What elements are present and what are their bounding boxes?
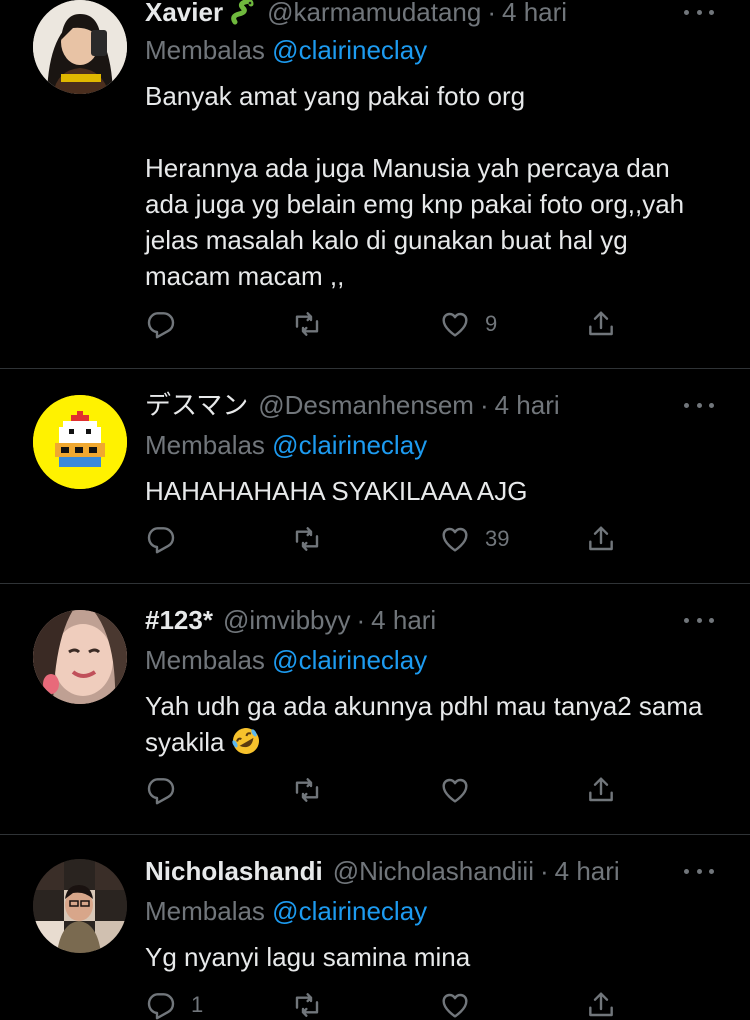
tweet-actions: 39: [145, 521, 625, 557]
replying-to: Membalas @clairineclay: [145, 893, 427, 929]
tweet-text: Banyak amat yang pakai foto org Herannya…: [145, 81, 685, 291]
tweet-text: Yg nyanyi lagu samina mina: [145, 942, 471, 972]
timestamp[interactable]: 4 hari: [555, 853, 620, 889]
more-icon[interactable]: [684, 861, 714, 881]
avatar[interactable]: [33, 395, 127, 489]
reply-button[interactable]: [145, 772, 191, 808]
reply-icon: [147, 312, 175, 339]
display-name[interactable]: Xavier: [145, 0, 223, 30]
reply-count: 1: [191, 992, 204, 1017]
avatar[interactable]: [33, 859, 127, 953]
tweet-header: #123* @imvibbyy · 4 hari: [145, 602, 680, 638]
like-button[interactable]: 9: [439, 306, 497, 342]
more-icon[interactable]: [684, 610, 714, 630]
user-handle[interactable]: @Nicholashandiii: [333, 853, 534, 889]
mention-link[interactable]: @clairineclay: [272, 896, 427, 926]
reply-button[interactable]: [145, 306, 191, 342]
display-name[interactable]: デスマン: [145, 387, 248, 423]
replying-to-label: Membalas: [145, 35, 265, 65]
reply-tweet[interactable]: #123* @imvibbyy · 4 hari Membalas @clair…: [0, 584, 750, 834]
like-icon: [442, 312, 468, 337]
reply-icon: [147, 527, 175, 554]
like-icon: [442, 778, 468, 803]
avatar[interactable]: [33, 610, 127, 704]
timestamp[interactable]: 4 hari: [502, 0, 567, 30]
mention-link[interactable]: @clairineclay: [272, 645, 427, 675]
separator-dot: ·: [356, 605, 366, 635]
reply-button[interactable]: 1: [145, 987, 203, 1020]
tweet-text: Yah udh ga ada akunnya pdhl mau tanya2 s…: [145, 688, 715, 766]
replying-to-label: Membalas: [145, 430, 265, 460]
more-icon[interactable]: [684, 395, 714, 415]
share-icon: [589, 311, 613, 336]
user-handle[interactable]: @imvibbyy: [223, 602, 351, 638]
reply-tweet[interactable]: Xavier @karmamudatang · 4 hari Membalas …: [0, 0, 750, 368]
user-handle[interactable]: @karmamudatang: [267, 0, 481, 30]
avatar[interactable]: [33, 0, 127, 94]
share-button[interactable]: [585, 772, 617, 808]
separator-dot: ·: [479, 390, 489, 420]
share-icon: [589, 526, 613, 551]
reply-icon: [147, 993, 175, 1020]
share-icon: [589, 992, 613, 1017]
separator-dot: ·: [487, 0, 497, 27]
replying-to: Membalas @clairineclay: [145, 32, 427, 68]
tweet-actions: 1: [145, 987, 625, 1020]
share-icon: [589, 777, 613, 802]
share-button[interactable]: [585, 306, 617, 342]
like-button[interactable]: 39: [439, 521, 509, 557]
like-button[interactable]: [439, 772, 485, 808]
mention-link[interactable]: @clairineclay: [272, 35, 427, 65]
retweet-button[interactable]: [291, 306, 337, 342]
reply-button[interactable]: [145, 521, 191, 557]
snake-emoji-icon: [229, 0, 257, 26]
tweet-header: Nicholashandi @Nicholashandiii · 4 hari: [145, 853, 680, 889]
tweet-header: デスマン @Desmanhensem · 4 hari: [145, 387, 680, 423]
reply-tweet[interactable]: デスマン @Desmanhensem · 4 hari Membalas @cl…: [0, 369, 750, 583]
replying-to: Membalas @clairineclay: [145, 642, 427, 678]
like-icon: [442, 993, 468, 1018]
display-name[interactable]: Nicholashandi: [145, 853, 323, 889]
mention-link[interactable]: @clairineclay: [272, 430, 427, 460]
more-icon[interactable]: [684, 2, 714, 22]
retweet-icon: [295, 527, 319, 551]
reply-tweet[interactable]: Nicholashandi @Nicholashandiii · 4 hari …: [0, 835, 750, 1020]
like-count: 9: [485, 311, 498, 336]
replying-to-label: Membalas: [145, 896, 265, 926]
user-handle[interactable]: @Desmanhensem: [258, 387, 474, 423]
like-count: 39: [485, 526, 510, 551]
tweet-header: Xavier @karmamudatang · 4 hari: [145, 0, 680, 30]
tweet-actions: 9: [145, 306, 625, 342]
tweet-text: HAHAHAHAHA SYAKILAAA AJG: [145, 476, 528, 506]
display-name[interactable]: #123*: [145, 602, 213, 638]
timestamp[interactable]: 4 hari: [495, 387, 560, 423]
like-icon: [442, 527, 468, 552]
retweet-button[interactable]: [291, 987, 337, 1020]
retweet-icon: [295, 312, 319, 336]
share-button[interactable]: [585, 521, 617, 557]
retweet-icon: [295, 993, 319, 1017]
share-button[interactable]: [585, 987, 617, 1020]
retweet-button[interactable]: [291, 521, 337, 557]
retweet-icon: [295, 778, 319, 802]
replying-to-label: Membalas: [145, 645, 265, 675]
retweet-button[interactable]: [291, 772, 337, 808]
timestamp[interactable]: 4 hari: [371, 602, 436, 638]
reply-icon: [147, 778, 175, 805]
separator-dot: ·: [539, 856, 549, 886]
rolling-on-floor-laughing-emoji-icon: [230, 725, 262, 766]
tweet-actions: [145, 772, 625, 808]
replying-to: Membalas @clairineclay: [145, 427, 427, 463]
like-button[interactable]: [439, 987, 485, 1020]
reply-timeline: Xavier @karmamudatang · 4 hari Membalas …: [0, 0, 750, 1020]
